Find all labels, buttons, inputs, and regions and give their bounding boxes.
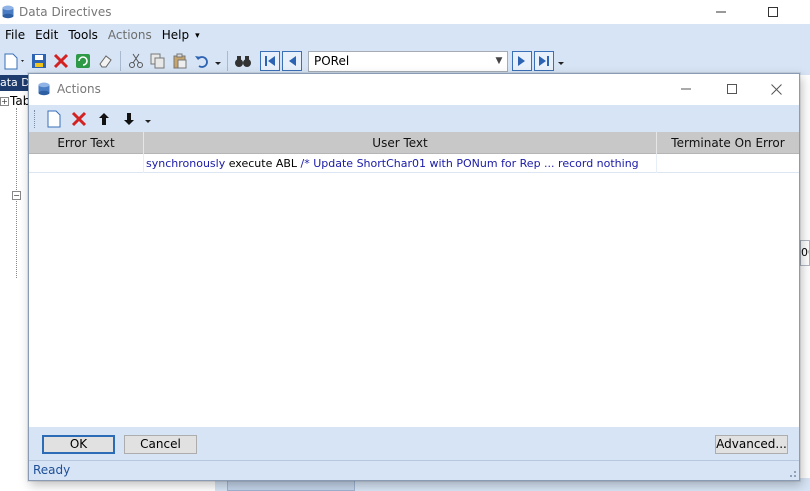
right-panel-strip: 00 <box>800 75 810 491</box>
toolbar-separator <box>120 51 121 71</box>
minimize-icon <box>716 11 726 13</box>
dialog-title: Actions <box>57 82 101 96</box>
delete-icon <box>71 111 87 126</box>
cut-icon <box>129 53 143 68</box>
database-icon <box>38 82 50 96</box>
move-up-icon <box>99 112 109 125</box>
table-row[interactable]: synchronously execute ABL /* Update Shor… <box>29 154 799 173</box>
menu-edit[interactable]: Edit <box>30 24 63 47</box>
dialog-footer: OK Cancel Advanced... <box>29 427 799 460</box>
user-text-plain: execute ABL <box>228 157 298 170</box>
grid-header: Error Text User Text Terminate On Error <box>29 132 799 154</box>
move-up-button[interactable] <box>93 108 115 130</box>
undo-icon <box>195 56 208 68</box>
actions-grid: Error Text User Text Terminate On Error … <box>29 132 799 427</box>
dialog-status-bar: Ready <box>29 460 799 480</box>
chevron-down-icon[interactable]: ▼ <box>491 52 507 71</box>
first-record-icon <box>265 56 275 66</box>
cut-button[interactable] <box>125 50 147 72</box>
minimize-icon <box>681 88 691 90</box>
move-down-icon <box>124 112 134 125</box>
last-record-button[interactable] <box>534 51 554 71</box>
tree-expander-icon[interactable]: + <box>0 97 9 106</box>
dialog-title-bar: Actions <box>29 74 799 104</box>
chevron-down-icon <box>558 62 564 65</box>
undo-button[interactable] <box>191 50 213 72</box>
new-button[interactable] <box>0 50 28 72</box>
column-header-error-text[interactable]: Error Text <box>29 132 144 154</box>
tree-collapse-icon[interactable]: − <box>12 191 21 200</box>
database-icon <box>2 5 14 19</box>
main-maximize-button[interactable] <box>750 0 796 24</box>
maximize-icon <box>727 84 737 94</box>
move-down-button[interactable] <box>118 108 140 130</box>
main-menu-bar: File Edit Tools Actions Help ▾ <box>0 24 810 47</box>
delete-icon <box>53 53 69 69</box>
cancel-button[interactable]: Cancel <box>124 435 197 454</box>
new-icon <box>47 110 61 127</box>
binoculars-icon <box>235 56 251 67</box>
column-header-user-text[interactable]: User Text <box>144 132 657 154</box>
toolbar-grip[interactable] <box>34 109 37 128</box>
record-selector[interactable]: PORel ▼ <box>308 50 508 72</box>
dialog-toolbar <box>29 105 799 132</box>
copy-icon <box>150 53 165 69</box>
overflow-icon <box>145 119 151 123</box>
delete-action-button[interactable] <box>68 108 90 130</box>
menu-help[interactable]: Help <box>157 24 194 47</box>
dialog-minimize-button[interactable] <box>663 74 709 104</box>
status-text: Ready <box>33 463 71 477</box>
menu-overflow-icon[interactable]: ▾ <box>195 31 200 41</box>
delete-button[interactable] <box>50 50 72 72</box>
clear-button[interactable] <box>94 50 116 72</box>
chevron-down-icon <box>215 62 221 65</box>
save-button[interactable] <box>28 50 50 72</box>
save-icon <box>32 54 46 68</box>
refresh-button[interactable] <box>72 50 94 72</box>
main-toolbar: PORel ▼ <box>0 47 810 75</box>
cell-terminate-on-error[interactable] <box>657 154 799 173</box>
main-minimize-button[interactable] <box>698 0 744 24</box>
clear-icon <box>99 55 112 68</box>
refresh-icon <box>76 54 90 68</box>
ok-button[interactable]: OK <box>42 435 115 454</box>
cell-error-text[interactable] <box>29 154 144 173</box>
menu-file[interactable]: File <box>0 24 30 47</box>
copy-button[interactable] <box>147 50 169 72</box>
new-action-button[interactable] <box>43 108 65 130</box>
paste-icon <box>173 53 187 69</box>
main-window-title: Data Directives <box>19 5 112 19</box>
next-record-icon <box>518 56 525 66</box>
first-record-button[interactable] <box>260 51 280 71</box>
user-text-link-synchronously[interactable]: synchronously <box>146 157 225 170</box>
dialog-maximize-button[interactable] <box>709 74 755 104</box>
menu-tools[interactable]: Tools <box>63 24 103 47</box>
cell-user-text[interactable]: synchronously execute ABL /* Update Shor… <box>144 154 657 173</box>
main-title-bar: Data Directives <box>0 0 810 24</box>
advanced-button[interactable]: Advanced... <box>715 435 788 454</box>
previous-record-button[interactable] <box>282 51 302 71</box>
toolbar-separator <box>227 51 228 71</box>
right-panel-field[interactable]: 00 <box>800 240 810 266</box>
user-text-link-abl-code[interactable]: /* Update ShortChar01 with PONum for Rep… <box>301 157 639 170</box>
dialog-close-button[interactable] <box>753 74 799 104</box>
dialog-toolbar-overflow-button[interactable] <box>143 108 153 130</box>
new-icon <box>4 53 24 70</box>
previous-record-icon <box>289 56 296 66</box>
find-button[interactable] <box>232 50 254 72</box>
next-record-button[interactable] <box>512 51 532 71</box>
actions-dialog: Actions Error Text User Text Terminate O… <box>28 73 800 481</box>
tree-header: ata D <box>0 75 30 91</box>
toolbar-overflow-button[interactable] <box>556 50 566 72</box>
menu-actions[interactable]: Actions <box>103 24 157 47</box>
last-record-icon <box>539 56 549 66</box>
close-icon <box>770 83 782 95</box>
record-selector-value: PORel <box>314 54 350 68</box>
maximize-icon <box>768 7 778 17</box>
tree-panel <box>0 75 30 491</box>
undo-dropdown-button[interactable] <box>213 50 223 72</box>
resize-grip-icon[interactable] <box>787 468 797 478</box>
column-header-terminate-on-error[interactable]: Terminate On Error <box>657 132 799 154</box>
paste-button[interactable] <box>169 50 191 72</box>
